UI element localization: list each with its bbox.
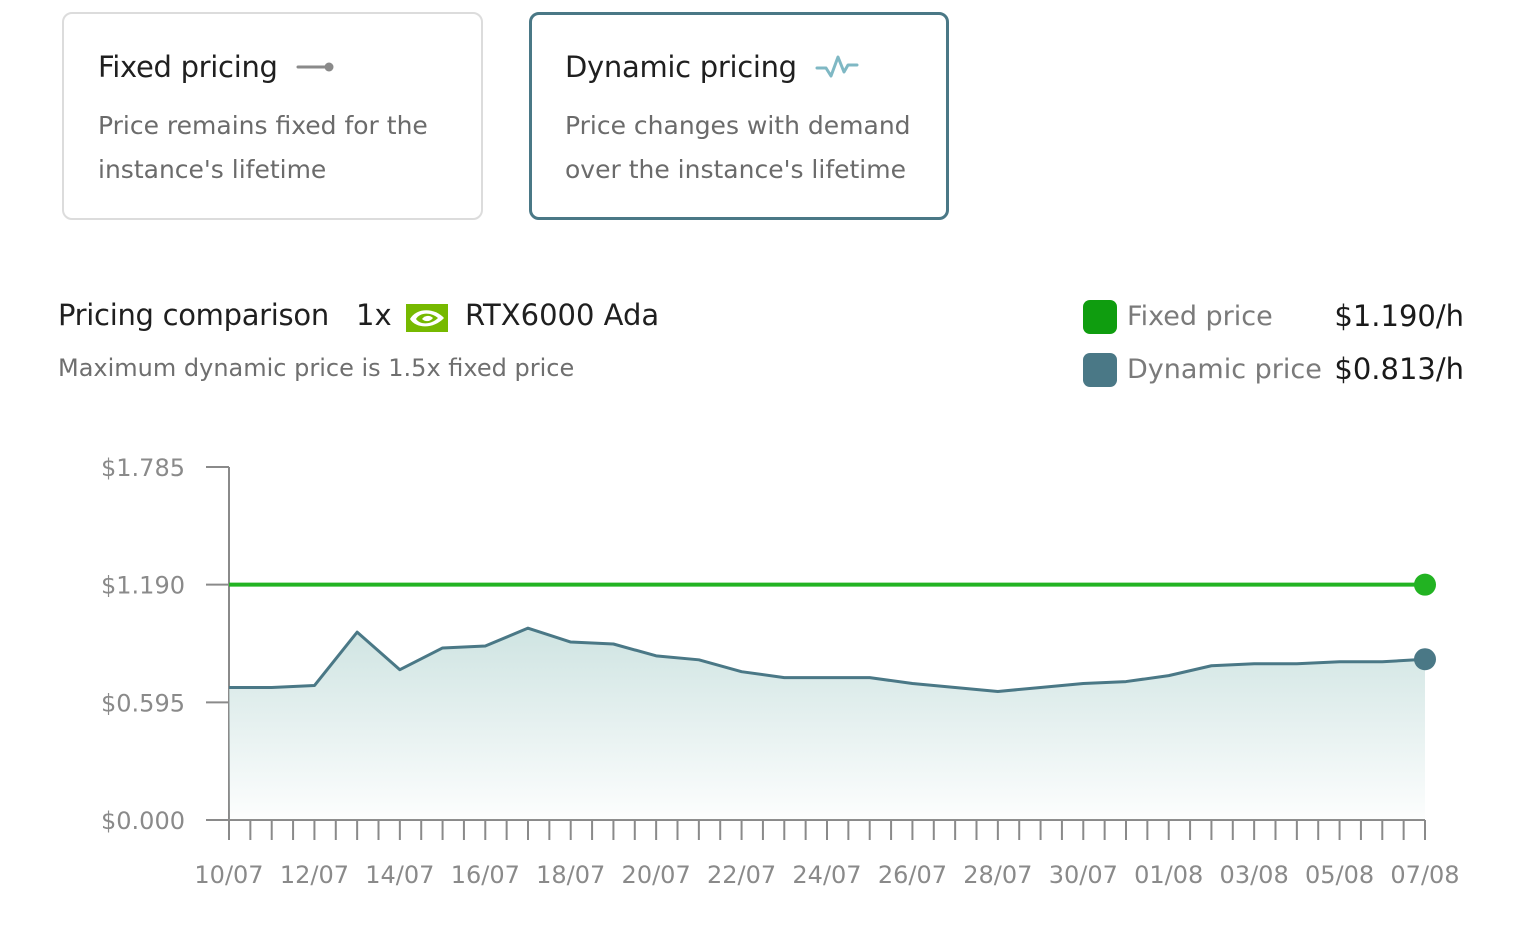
y-tick-label: $1.190 xyxy=(101,572,185,600)
y-tick-label: $1.785 xyxy=(101,454,185,482)
x-tick-label: 16/07 xyxy=(451,861,520,889)
x-tick-label: 10/07 xyxy=(194,861,263,889)
pricing-chart: $1.785 $1.190 $0.595 $0.000 10/07 12/07 14/07… xyxy=(101,454,1460,889)
x-tick-label: 28/07 xyxy=(963,861,1032,889)
fixed-price-end-point xyxy=(1414,573,1436,596)
x-tick-label: 26/07 xyxy=(878,861,947,889)
x-tick-label: 22/07 xyxy=(707,861,776,889)
y-tick-label: $0.595 xyxy=(101,689,185,717)
x-tick-label: 07/08 xyxy=(1390,861,1459,889)
x-tick-label: 24/07 xyxy=(792,861,861,889)
x-tick-label: 01/08 xyxy=(1134,861,1203,889)
y-tick-label: $0.000 xyxy=(101,807,185,835)
x-tick-label: 20/07 xyxy=(622,861,691,889)
dynamic-price-end-point xyxy=(1414,648,1436,671)
x-tick-label: 05/08 xyxy=(1305,861,1374,889)
x-tick-label: 18/07 xyxy=(536,861,605,889)
dynamic-price-area xyxy=(229,628,1425,820)
x-tick-label: 14/07 xyxy=(365,861,434,889)
x-tick-label: 12/07 xyxy=(280,861,349,889)
x-tick-label: 30/07 xyxy=(1049,861,1118,889)
x-tick-label: 03/08 xyxy=(1220,861,1289,889)
